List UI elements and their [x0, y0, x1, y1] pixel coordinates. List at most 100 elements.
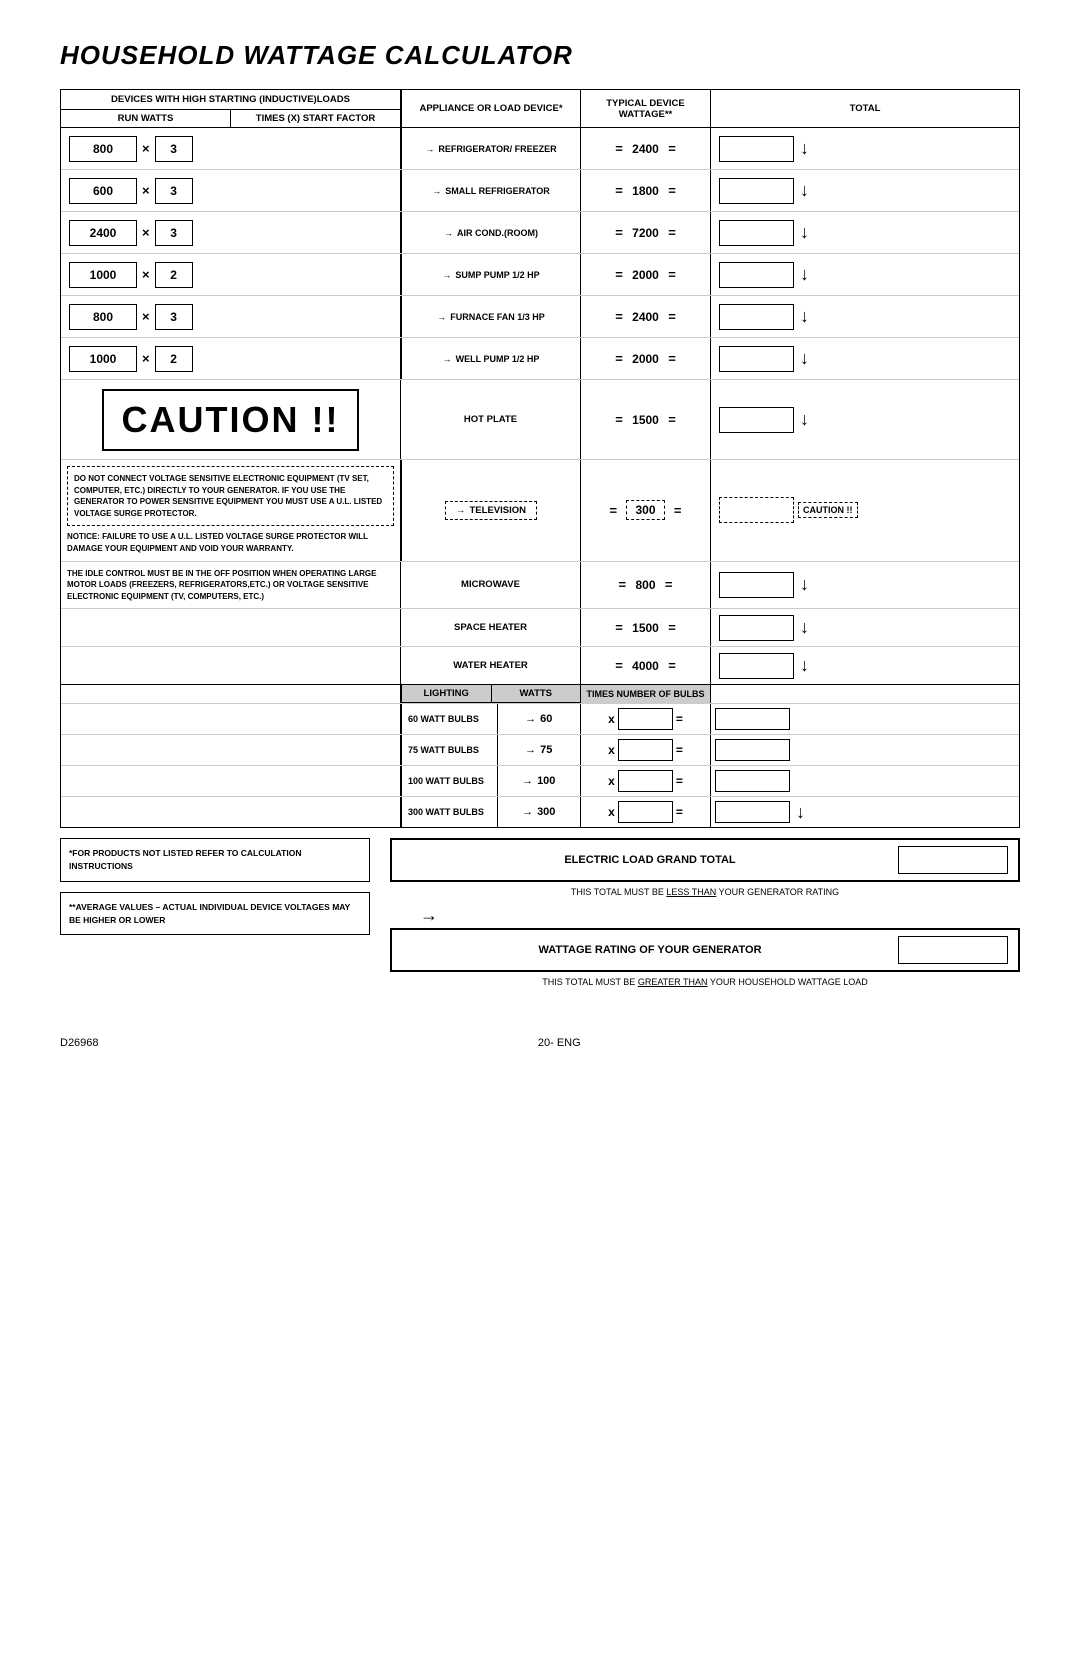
run-watts-5[interactable]: 800: [69, 304, 137, 330]
lr3-total-input[interactable]: [715, 770, 790, 792]
total-hot-plate: ↓: [711, 380, 1019, 459]
lr1-mid: 60 WATT BULBS 60: [401, 704, 581, 734]
run-watts-header: RUN WATTS: [61, 110, 231, 127]
lr2-total-input[interactable]: [715, 739, 790, 761]
footer-doc-number: D26968: [60, 1037, 99, 1049]
space-heater-left: [61, 609, 401, 646]
left-cell-6: 1000 × 2: [61, 338, 401, 379]
total-input-hot-plate[interactable]: [719, 407, 794, 433]
wattage-rating-bar: WATTAGE RATING OF YOUR GENERATOR: [390, 928, 1020, 972]
appliance-water-heater: WATER HEATER: [401, 647, 581, 684]
run-watts-3[interactable]: 2400: [69, 220, 137, 246]
wattage-rating-input[interactable]: [898, 936, 1008, 964]
total-cell-4: ↓: [711, 254, 1019, 295]
lr2-bulbs: x =: [581, 735, 711, 765]
wattage-tv: = 300 =: [581, 460, 711, 561]
total-microwave: ↓: [711, 562, 1019, 609]
run-watts-4[interactable]: 1000: [69, 262, 137, 288]
lr4-bulbs-input[interactable]: [618, 801, 673, 823]
table-row: 800 × 3 REFRIGERATOR/ FREEZER = 2400 = ↓: [61, 128, 1019, 170]
lr4-arrow: [522, 806, 533, 818]
idle-text: THE IDLE CONTROL MUST BE IN THE OFF POSI…: [67, 568, 394, 603]
table-row: 1000 × 2 SUMP PUMP 1/2 HP = 2000 = ↓: [61, 254, 1019, 296]
total-tv: CAUTION !!: [711, 460, 1019, 561]
notice-text: NOTICE: FAILURE TO USE A U.L. LISTED VOL…: [67, 531, 394, 554]
appliance-hot-plate: HOT PLATE: [401, 380, 581, 459]
run-watts-1[interactable]: 800: [69, 136, 137, 162]
start-factor-4[interactable]: 2: [155, 262, 193, 288]
devices-header: DEVICES WITH HIGH STARTING (INDUCTIVE)LO…: [61, 90, 400, 110]
appliance-header: APPLIANCE OR LOAD DEVICE*: [401, 90, 581, 127]
wattage-header: TYPICAL DEVICE WATTAGE**: [581, 90, 711, 127]
times-sym-2: ×: [142, 183, 150, 198]
footnote-1-box: *FOR PRODUCTS NOT LISTED REFER TO CALCUL…: [60, 838, 370, 882]
lr2-left: [61, 735, 401, 765]
wattage-cell-2: = 1800 =: [581, 170, 711, 211]
dashed-section-row: DO NOT CONNECT VOLTAGE SENSITIVE ELECTRO…: [61, 460, 1019, 562]
total-input-tv[interactable]: [719, 497, 794, 523]
start-factor-6[interactable]: 2: [155, 346, 193, 372]
lighting-left: [61, 685, 401, 703]
footnote-2-box: **AVERAGE VALUES – ACTUAL INDIVIDUAL DEV…: [60, 892, 370, 936]
caution-small-label: CAUTION !!: [798, 502, 858, 518]
lighting-header-row: LIGHTING WATTS TIMES NUMBER OF BULBS: [61, 685, 1019, 704]
wattage-cell-6: = 2000 =: [581, 338, 711, 379]
caution-row: CAUTION !! HOT PLATE = 1500 = ↓: [61, 380, 1019, 460]
total-input-space-heater[interactable]: [719, 615, 794, 641]
appliance-cell-4: SUMP PUMP 1/2 HP: [401, 254, 581, 295]
lr4-mid: 300 WATT BULBS 300: [401, 797, 581, 827]
start-factor-1[interactable]: 3: [155, 136, 193, 162]
lr1-total-input[interactable]: [715, 708, 790, 730]
total-input-3[interactable]: [719, 220, 794, 246]
lighting-row-3: 100 WATT BULBS 100 x =: [61, 766, 1019, 797]
lr4-total-input[interactable]: [715, 801, 790, 823]
total-cell-1: ↓: [711, 128, 1019, 169]
wattage-cell-4: = 2000 =: [581, 254, 711, 295]
grand-total-input[interactable]: [898, 846, 1008, 874]
total-cell-6: ↓: [711, 338, 1019, 379]
lr3-total: [711, 766, 1019, 796]
lr2-bulbs-input[interactable]: [618, 739, 673, 761]
wattage-space-heater: = 1500 =: [581, 609, 711, 646]
lr1-watts: 60: [498, 704, 581, 734]
total-water-heater: ↓: [711, 647, 1019, 684]
table-row: 2400 × 3 AIR COND.(ROOM) = 7200 = ↓: [61, 212, 1019, 254]
total-input-microwave[interactable]: [719, 572, 794, 598]
start-factor-3[interactable]: 3: [155, 220, 193, 246]
lighting-col-header: LIGHTING: [402, 685, 492, 702]
lr2-total: [711, 735, 1019, 765]
lr1-arrow: [525, 713, 536, 725]
lr1-bulbs-input[interactable]: [618, 708, 673, 730]
table-row: 800 × 3 FURNACE FAN 1/3 HP = 2400 = ↓: [61, 296, 1019, 338]
run-watts-2[interactable]: 600: [69, 178, 137, 204]
lr3-mid: 100 WATT BULBS 100: [401, 766, 581, 796]
total-input-5[interactable]: [719, 304, 794, 330]
lr4-label: 300 WATT BULBS: [402, 797, 498, 827]
total-input-1[interactable]: [719, 136, 794, 162]
appliance-cell-2: SMALL REFRIGERATOR: [401, 170, 581, 211]
grand-total-arrow: →: [420, 905, 1020, 926]
space-heater-row: SPACE HEATER = 1500 = ↓: [61, 609, 1019, 647]
wattage-hot-plate: = 1500 =: [581, 380, 711, 459]
wattage-water-heater: = 4000 =: [581, 647, 711, 684]
start-factor-5[interactable]: 3: [155, 304, 193, 330]
lr3-label: 100 WATT BULBS: [402, 766, 498, 796]
table-row: 1000 × 2 WELL PUMP 1/2 HP = 2000 = ↓: [61, 338, 1019, 380]
start-factor-2[interactable]: 3: [155, 178, 193, 204]
arrow-6: [443, 354, 452, 364]
table-header: DEVICES WITH HIGH STARTING (INDUCTIVE)LO…: [61, 90, 1019, 128]
lr3-arrow: [522, 775, 533, 787]
water-heater-row: WATER HEATER = 4000 = ↓: [61, 647, 1019, 685]
appliance-cell-1: REFRIGERATOR/ FREEZER: [401, 128, 581, 169]
lr2-arrow: [525, 744, 536, 756]
total-input-4[interactable]: [719, 262, 794, 288]
water-heater-left: [61, 647, 401, 684]
run-watts-6[interactable]: 1000: [69, 346, 137, 372]
total-input-6[interactable]: [719, 346, 794, 372]
lr3-bulbs-input[interactable]: [618, 770, 673, 792]
total-cell-3: ↓: [711, 212, 1019, 253]
lr2-watts: 75: [498, 735, 581, 765]
total-input-water-heater[interactable]: [719, 653, 794, 679]
total-input-2[interactable]: [719, 178, 794, 204]
calculator-table: DEVICES WITH HIGH STARTING (INDUCTIVE)LO…: [60, 89, 1020, 828]
